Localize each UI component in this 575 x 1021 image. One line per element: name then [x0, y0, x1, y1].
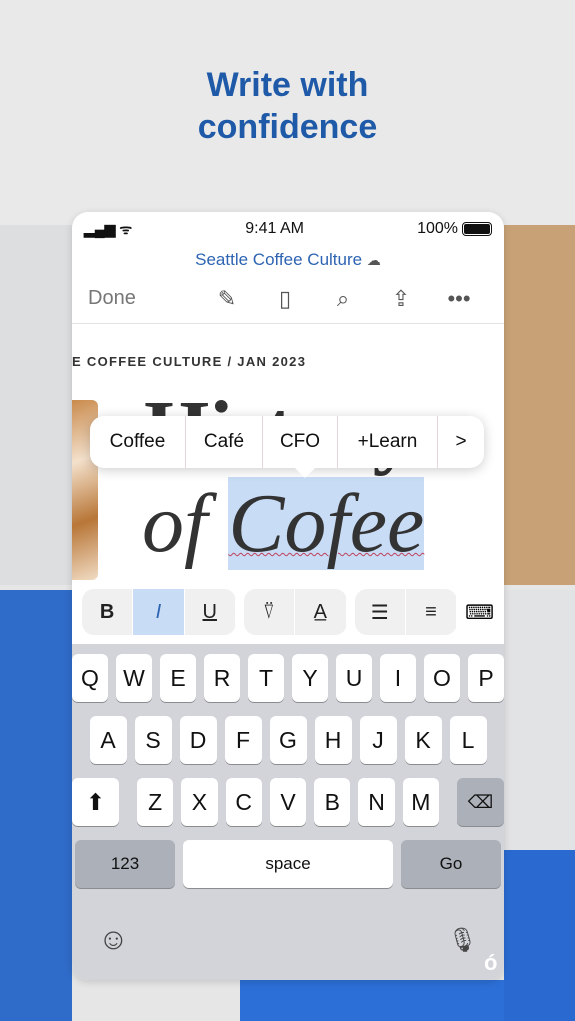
heading-of: of [142, 477, 208, 570]
spelling-suggestions: Coffee Café CFO +Learn > [90, 416, 484, 478]
keyboard-extras: ☺ 🎙︎ [72, 900, 504, 980]
toolbar: Done ✎ ▯ ⌕ ⇪ ••• [72, 274, 504, 324]
space-key[interactable]: space [183, 840, 393, 888]
share-icon[interactable]: ⇪ [372, 286, 430, 312]
background [0, 590, 72, 1021]
key-q[interactable]: Q [72, 654, 108, 702]
key-u[interactable]: U [336, 654, 372, 702]
key-c[interactable]: C [225, 778, 262, 826]
background [504, 225, 575, 585]
list-group: ☰ ≡ [354, 589, 458, 635]
suggestion-coffee[interactable]: Coffee [90, 416, 186, 468]
cloud-saved-icon: ☁︎ [366, 252, 381, 268]
done-button[interactable]: Done [88, 287, 198, 310]
italic-button[interactable]: I [133, 589, 185, 635]
keyboard-row-1: Q W E R T Y U I O P [72, 654, 504, 702]
editor-pen-icon[interactable]: ✎ [198, 286, 256, 312]
key-h[interactable]: H [314, 716, 352, 764]
background [504, 590, 575, 850]
bullet-list-icon[interactable]: ☰ [355, 589, 406, 635]
battery-percent: 100% [417, 220, 458, 237]
battery: 100% [417, 220, 492, 238]
headline: Write with confidence [0, 64, 575, 148]
signal-wifi-icon: ▂▄▆ ᯤ [84, 220, 133, 237]
text-style-group: B I U [82, 589, 236, 635]
format-bar: B I U ⍢ A̲ ☰ ≡ ⌨ [72, 584, 504, 640]
heading-line2[interactable]: of Cofee [142, 474, 425, 574]
key-e[interactable]: E [160, 654, 196, 702]
keyboard-row-4: 123 space Go [72, 840, 504, 888]
go-key[interactable]: Go [401, 840, 501, 888]
key-n[interactable]: N [358, 778, 395, 826]
key-z[interactable]: Z [137, 778, 174, 826]
keyboard-row-2: A S D F G H J K L [72, 716, 504, 764]
key-j[interactable]: J [359, 716, 397, 764]
key-x[interactable]: X [181, 778, 218, 826]
key-g[interactable]: G [269, 716, 307, 764]
learn-button[interactable]: +Learn [338, 416, 438, 468]
keyboard-row-3: ⬆ Z X C V B N M ⌫ [72, 778, 504, 826]
battery-icon [462, 221, 492, 236]
watermark-logo: ó [484, 950, 498, 975]
key-m[interactable]: M [402, 778, 439, 826]
microphone-icon[interactable]: 🎙︎ [448, 926, 478, 955]
document-title-text: Seattle Coffee Culture [195, 250, 363, 269]
numbers-key[interactable]: 123 [75, 840, 175, 888]
underline-button[interactable]: U [185, 589, 236, 635]
key-a[interactable]: A [89, 716, 127, 764]
emoji-icon[interactable]: ☺ [98, 923, 129, 957]
highlight-icon[interactable]: ⍢ [244, 589, 296, 635]
key-p[interactable]: P [468, 654, 504, 702]
font-color-icon[interactable]: A̲ [295, 589, 347, 635]
background [240, 980, 504, 1021]
key-k[interactable]: K [404, 716, 442, 764]
mobile-view-icon[interactable]: ▯ [256, 286, 314, 312]
key-y[interactable]: Y [292, 654, 328, 702]
hide-keyboard-icon[interactable]: ⌨ [465, 600, 494, 625]
keyboard: Q W E R T Y U I O P A S D F G H J K L ⬆ … [72, 644, 504, 980]
more-suggestions-chevron-icon[interactable]: > [438, 416, 484, 468]
key-i[interactable]: I [380, 654, 416, 702]
key-l[interactable]: L [449, 716, 487, 764]
key-f[interactable]: F [224, 716, 262, 764]
phone-screen: ▂▄▆ ᯤ 9:41 AM 100% Seattle Coffee Cultur… [72, 212, 504, 980]
key-b[interactable]: B [314, 778, 351, 826]
suggestion-cafe[interactable]: Café [186, 416, 263, 468]
background [504, 850, 575, 1021]
key-r[interactable]: R [204, 654, 240, 702]
clock: 9:41 AM [245, 220, 304, 237]
headline-line2: confidence [197, 108, 378, 146]
selected-misspelled-word[interactable]: Cofee [228, 477, 425, 570]
numbered-list-icon[interactable]: ≡ [406, 589, 458, 635]
key-v[interactable]: V [269, 778, 307, 826]
more-icon[interactable]: ••• [430, 286, 488, 312]
search-icon[interactable]: ⌕ [314, 286, 372, 312]
key-d[interactable]: D [179, 716, 217, 764]
bold-button[interactable]: B [82, 589, 134, 635]
suggestion-cfo[interactable]: CFO [263, 416, 338, 468]
breadcrumb: E COFFEE CULTURE / JAN 2023 [72, 354, 307, 369]
key-w[interactable]: W [116, 654, 152, 702]
background [0, 225, 72, 585]
status-bar: ▂▄▆ ᯤ 9:41 AM 100% [72, 212, 504, 246]
key-o[interactable]: O [424, 654, 460, 702]
document-title[interactable]: Seattle Coffee Culture ☁︎ [72, 246, 504, 274]
key-t[interactable]: T [248, 654, 284, 702]
headline-line1: Write with [206, 66, 369, 104]
key-s[interactable]: S [134, 716, 172, 764]
shift-key[interactable]: ⬆ [72, 778, 120, 826]
color-group: ⍢ A̲ [243, 589, 347, 635]
delete-key[interactable]: ⌫ [456, 778, 504, 826]
